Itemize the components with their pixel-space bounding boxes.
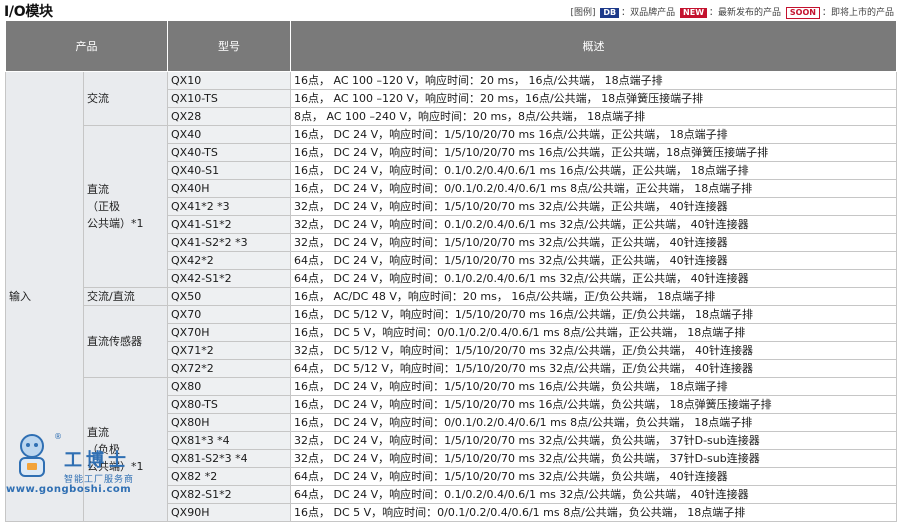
description-cell: 32点， DC 24 V，响应时间：1/5/10/20/70 ms 32点/公共… [290,431,897,450]
group-label-cell: 直流传感器 [83,305,168,378]
model-cell: QX42-S1*2 [167,269,291,288]
registered-mark: ® [54,432,62,441]
model-cell: QX81*3 *4 [167,431,291,450]
header-product: 产品 [5,20,168,72]
group-label-cell: 直流 （正极 公共端）*1 [83,125,168,288]
table-row: 输入 交流 QX10 16点， AC 100 –120 V，响应时间：20 ms， 1… [5,71,897,522]
model-cell: QX80-TS [167,395,291,414]
db-tag: DB [600,8,620,18]
table-header-row: 产品 型号 概述 [5,20,897,72]
description-cell: 16点， DC 24 V，响应时间：1/5/10/20/70 ms 16点/公共… [290,377,897,396]
description-cell: 16点， DC 5 V，响应时间：0/0.1/0.2/0.4/0.6/1 ms … [290,323,897,342]
header-description: 概述 [290,20,897,72]
description-cell: 16点， DC 24 V，响应时间：1/5/10/20/70 ms 16点/公共… [290,395,897,414]
watermark: ® 工博士 智能工厂服务商 www.gongboshi.com [6,430,156,510]
model-cell: QX80 [167,377,291,396]
robot-mascot-icon [19,434,45,477]
db-tag-text: ：双品牌产品 [621,8,676,18]
model-cell: QX50 [167,287,291,306]
watermark-brand: 工博士 [64,450,130,471]
description-cell: 16点， DC 5 V，响应时间：0/0.1/0.2/0.4/0.6/1 ms … [290,503,897,522]
description-cell: 16点， AC/DC 48 V，响应时间：20 ms， 16点/公共端，正/负公… [290,287,897,306]
group-label-cell: 交流 [83,71,168,126]
group-label-cell: 交流/直流 [83,287,168,306]
model-cell: QX41*2 *3 [167,197,291,216]
model-cell: QX40-TS [167,143,291,162]
legend: [图例] DB ：双品牌产品 NEW ：最新发布的产品 SOON ：即将上市的产品 [570,5,894,19]
table-row: 直流 （负极 公共端）*1 QX80 16点， DC 24 V，响应时间：1/5/1… [6,377,897,522]
model-cell: QX70 [167,305,291,324]
description-cell: 16点， DC 24 V，响应时间：1/5/10/20/70 ms 16点/公共… [290,125,897,144]
description-cell: 16点， DC 5/12 V，响应时间：1/5/10/20/70 ms 16点/… [290,305,897,324]
description-cell: 64点， DC 24 V，响应时间：0.1/0.2/0.4/0.6/1 ms 3… [290,269,897,288]
model-cell: QX82-S1*2 [167,485,291,504]
header-model: 型号 [167,20,291,72]
model-cell: QX90H [167,503,291,522]
page-title: I/O模块 [4,4,53,20]
model-cell: QX28 [167,107,291,126]
description-cell: 32点， DC 5/12 V，响应时间：1/5/10/20/70 ms 32点/… [290,341,897,360]
model-cell: QX82 *2 [167,467,291,486]
description-cell: 16点， DC 24 V，响应时间：0/0.1/0.2/0.4/0.6/1 ms… [290,413,897,432]
description-cell: 64点， DC 24 V，响应时间：1/5/10/20/70 ms 32点/公共… [290,467,897,486]
watermark-url: www.gongboshi.com [6,484,132,495]
model-cell: QX41-S2*2 *3 [167,233,291,252]
model-cell: QX71*2 [167,341,291,360]
legend-prefix: [图例] [570,8,596,18]
description-cell: 64点， DC 24 V，响应时间：1/5/10/20/70 ms 32点/公共… [290,251,897,270]
table-row: 直流传感器 QX70 16点， DC 5/12 V，响应时间：1/5/10/20/7… [6,305,897,378]
model-cell: QX40 [167,125,291,144]
model-cell: QX80H [167,413,291,432]
description-cell: 32点， DC 24 V，响应时间：1/5/10/20/70 ms 32点/公共… [290,233,897,252]
table-row: 直流 （正极 公共端）*1 QX40 16点， DC 24 V，响应时间：1/5/1… [6,125,897,288]
description-cell: 32点， DC 24 V，响应时间：1/5/10/20/70 ms 32点/公共… [290,449,897,468]
description-cell: 64点， DC 24 V，响应时间：0.1/0.2/0.4/0.6/1 ms 3… [290,485,897,504]
description-cell: 16点， AC 100 –120 V，响应时间：20 ms， 16点/公共端， … [290,71,897,90]
description-cell: 16点， AC 100 –120 V，响应时间：20 ms，16点/公共端， 1… [290,89,897,108]
model-cell: QX81-S2*3 *4 [167,449,291,468]
description-cell: 16点， DC 24 V，响应时间：0/0.1/0.2/0.4/0.6/1 ms… [290,179,897,198]
description-cell: 16点， DC 24 V，响应时间：0.1/0.2/0.4/0.6/1 ms 1… [290,161,897,180]
model-cell: QX72*2 [167,359,291,378]
description-cell: 16点， DC 24 V，响应时间：1/5/10/20/70 ms 16点/公共… [290,143,897,162]
new-tag-text: ：最新发布的产品 [709,8,782,18]
table-row: 交流/直流 QX50 16点， AC/DC 48 V，响应时间：20 ms， 16点… [6,287,897,306]
model-cell: QX70H [167,323,291,342]
description-cell: 64点， DC 5/12 V，响应时间：1/5/10/20/70 ms 32点/… [290,359,897,378]
soon-tag: SOON [785,7,820,19]
model-cell: QX42*2 [167,251,291,270]
description-cell: 32点， DC 24 V，响应时间：1/5/10/20/70 ms 32点/公共… [290,197,897,216]
model-cell: QX10-TS [167,89,291,108]
description-cell: 8点， AC 100 –240 V，响应时间：20 ms，8点/公共端， 18点… [290,107,897,126]
new-tag: NEW [680,8,708,18]
model-cell: QX10 [167,71,291,90]
page-header: I/O模块 [图例] DB ：双品牌产品 NEW ：最新发布的产品 SOON ：即将上… [0,0,900,20]
soon-tag-text: ：即将上市的产品 [821,8,894,18]
description-cell: 32点， DC 24 V，响应时间：0.1/0.2/0.4/0.6/1 ms 3… [290,215,897,234]
model-cell: QX40H [167,179,291,198]
model-cell: QX40-S1 [167,161,291,180]
model-cell: QX41-S1*2 [167,215,291,234]
